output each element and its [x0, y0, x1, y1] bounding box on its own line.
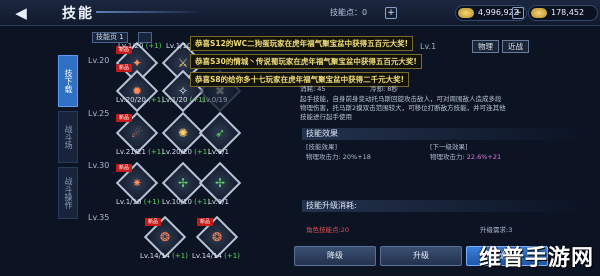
coin-icon	[458, 8, 474, 18]
next-effect-number: 22.6%+21	[466, 153, 502, 161]
skill-level-count: Lv.1/20 (+1)	[162, 96, 205, 104]
skill-level-count: Lv.1/10 (+1)	[116, 198, 159, 206]
count: Lv.10/10	[162, 198, 192, 206]
skill-level-count: Lv.1/10	[166, 42, 192, 50]
upgrade-cost-title: 技能升级消耗:	[302, 200, 580, 212]
effect-section-title: 技能效果	[302, 128, 580, 140]
count: Lv.14/14	[192, 252, 222, 260]
count: Lv.20/20	[116, 96, 146, 104]
side-tabs: 技下载 战斗场 战斗操作	[58, 55, 78, 223]
upgrade-button[interactable]: 升级	[380, 246, 462, 266]
skill-description-line: 起手技能，自身前身变动托马斯回旋攻击敌人，可对周围敌人造成多段	[300, 95, 502, 103]
skill-level-count: Lv.14/14 (+1)	[140, 252, 188, 260]
skill-level-count: Lv.20/20 (+1)	[162, 148, 210, 156]
new-badge: 新品	[116, 164, 132, 172]
skill-level-count: Lv.1/20 (+1)	[118, 42, 161, 50]
skill-level-count: Lv.21/21 (+1)	[116, 148, 164, 156]
side-tab-3[interactable]: 战斗操作	[58, 167, 78, 219]
skill-icon: ✺	[177, 126, 189, 140]
skill-icon: ❂	[159, 230, 171, 244]
currency-bound-gold: 178,452	[528, 5, 598, 21]
skill-icon: ✢	[177, 176, 189, 190]
skill-icon: ⚔	[177, 56, 189, 70]
count: Lv.1/20	[162, 96, 188, 104]
upgrade-requirement: 升级需求:3	[480, 226, 513, 234]
coin-stack-icon	[531, 8, 547, 18]
add-skill-points-button[interactable]: +	[385, 7, 397, 19]
downgrade-button[interactable]: 降级	[294, 246, 376, 266]
skill-icon: ❂	[211, 230, 223, 244]
current-effect-label: [技能效果]	[306, 143, 338, 151]
top-bar: ◀ 技能 技能点：0 + 4,996,922 + 178,452	[0, 0, 600, 26]
upgrade-cost-red: 角色技能点:20	[306, 226, 349, 234]
skill-level-count: Lv.0/19	[202, 96, 228, 104]
skill-description-line: 技能进行起手使用	[300, 113, 352, 121]
skill-slot-3[interactable]: ✹	[115, 69, 159, 113]
tag-physical: 物理	[472, 40, 499, 53]
bonus: (+1)	[224, 252, 240, 260]
skill-description-line: 物理伤害，托马斯2摸双击范围较大，可移位打断敌方技能，并可连其他	[300, 104, 506, 112]
skill-level-count: Lv.20/20 (+1)	[116, 96, 164, 104]
mp-cost: 消耗: 45	[300, 85, 326, 93]
cooldown: 冷却: 8秒	[370, 85, 398, 93]
new-badge: 新品	[116, 114, 132, 122]
skill-level-count: Lv.1/1	[208, 198, 229, 206]
skill-icon: ☄	[131, 126, 143, 140]
count: Lv.21/21	[116, 148, 146, 156]
new-badge: 新品	[197, 218, 213, 226]
count: Lv.1/10	[116, 198, 142, 206]
skill-level: Lv.1	[420, 42, 437, 51]
skill-level-count: Lv.14/14 (+1)	[192, 252, 240, 260]
add-gold-button[interactable]: +	[512, 7, 524, 19]
bound-gold-amount: 178,452	[551, 8, 585, 17]
new-badge: 新品	[116, 64, 132, 72]
skill-icon: ➶	[214, 126, 226, 140]
current-effect-value: 物理攻击力: 20%+18	[306, 153, 371, 161]
skill-level-count: Lv.10/10 (+1)	[162, 198, 210, 206]
tag-melee: 近战	[502, 40, 529, 53]
skill-level-count: Lv.1/1	[208, 148, 229, 156]
page-title: 技能	[62, 6, 94, 22]
level-label-25: Lv.25	[88, 109, 110, 118]
skill-detail-panel: Lv.1 物理 近战 消耗: 45 冷却: 8秒 起手技能，自身前身变动托马斯回…	[280, 30, 580, 268]
side-tab-1[interactable]: 技下载	[58, 55, 78, 107]
side-tab-2[interactable]: 战斗场	[58, 111, 78, 163]
title-decoration	[96, 11, 206, 13]
bonus: (+1)	[172, 252, 188, 260]
next-effect-label: [下一级效果]	[430, 143, 468, 151]
level-label-20: Lv.20	[88, 56, 110, 65]
skill-icon: ✢	[214, 176, 226, 190]
next-effect-text: 物理攻击力:	[430, 153, 465, 161]
back-arrow-icon[interactable]: ◀	[8, 3, 34, 23]
level-label-35: Lv.35	[88, 213, 110, 222]
skill-icon: ✷	[131, 176, 143, 190]
count: Lv.14/14	[140, 252, 170, 260]
level-label-30: Lv.30	[88, 161, 110, 170]
skill-points: 技能点：0	[330, 8, 368, 17]
bonus: (+1)	[143, 198, 160, 206]
watermark: 维普手游网	[478, 246, 594, 271]
count: Lv.1/20	[118, 42, 144, 50]
bonus: (+1)	[145, 42, 162, 50]
new-badge: 新品	[145, 218, 161, 226]
count: Lv.20/20	[162, 148, 192, 156]
next-effect-value: 物理攻击力: 22.6%+21	[430, 153, 501, 162]
